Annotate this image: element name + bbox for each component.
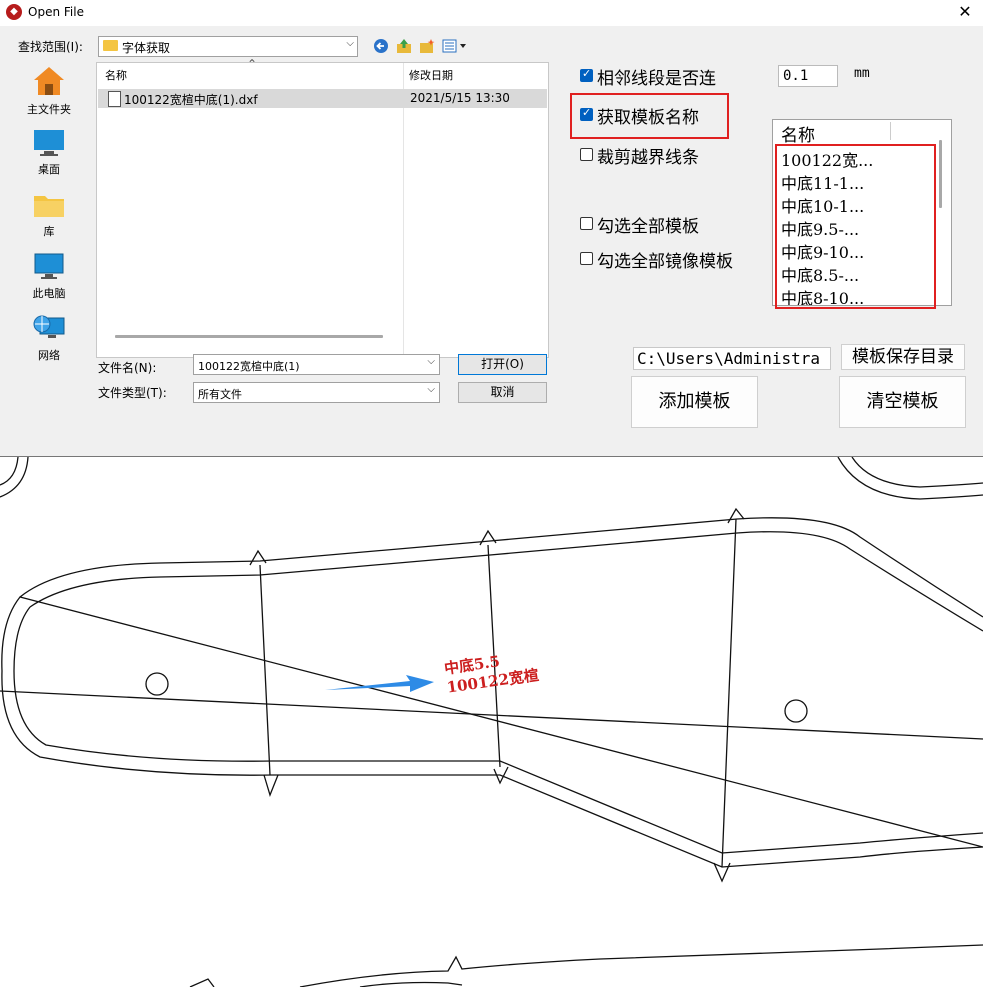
desktop-icon [34, 130, 64, 156]
notch-marks [263, 766, 731, 883]
tolerance-unit: mm [854, 66, 870, 81]
hole-mark [145, 672, 169, 696]
filename-value: 100122宽楦中底(1) [198, 360, 300, 373]
add-template-button[interactable]: 添加模板 [631, 376, 758, 428]
chevron-down-icon: ⌵ [427, 356, 435, 367]
arrow-icon [325, 675, 434, 692]
highlight-box [775, 144, 936, 309]
file-name: 100122宽楦中底(1).dxf [124, 93, 258, 107]
place-label: 网络 [38, 349, 60, 362]
column-header-name: 名称 [781, 126, 815, 146]
look-in-combo[interactable]: 字体获取 ⌵ [98, 36, 358, 57]
checkbox-label: 勾选全部模板 [597, 217, 699, 237]
place-label: 库 [43, 225, 55, 238]
cancel-button[interactable]: 取消 [458, 382, 547, 403]
filename-label: 文件名(N): [98, 361, 157, 375]
column-header-modified[interactable]: 修改日期 [409, 67, 453, 83]
place-library[interactable]: 库 [10, 190, 88, 239]
save-dir-path[interactable]: C:\Users\Administra [633, 347, 831, 370]
view-menu-icon[interactable] [442, 38, 468, 54]
home-icon [34, 67, 64, 95]
horizontal-scrollbar[interactable] [115, 335, 383, 338]
sort-up-icon: ⌃ [247, 57, 258, 71]
filetype-select[interactable]: 所有文件 ⌵ [193, 382, 440, 403]
insole-inner [13, 531, 983, 854]
vertical-scrollbar[interactable] [939, 140, 942, 208]
center-line [0, 690, 983, 740]
chevron-down-icon: ⌵ [346, 38, 354, 49]
checkbox-label: 裁剪越界线条 [597, 148, 699, 168]
filetype-value: 所有文件 [198, 388, 242, 401]
library-folder-icon [34, 196, 64, 217]
close-button[interactable]: ✕ [953, 1, 977, 23]
place-home[interactable]: 主文件夹 [10, 64, 88, 117]
column-header-name[interactable]: 名称 [105, 67, 127, 83]
highlight-box [570, 93, 729, 139]
file-row[interactable]: 100122宽楦中底(1).dxf 2021/5/15 13:30 [98, 89, 547, 108]
partial-outline [189, 944, 983, 987]
partial-outline [837, 457, 983, 500]
save-dir-value: C:\Users\Administra [637, 349, 821, 368]
app-logo-icon: ◆ [6, 4, 22, 20]
file-modified: 2021/5/15 13:30 [410, 91, 510, 105]
place-network[interactable]: 网络 [10, 314, 88, 363]
back-icon[interactable] [373, 38, 389, 54]
checkbox-box [580, 148, 593, 161]
computer-icon [34, 253, 64, 279]
cad-drawing [0, 457, 983, 987]
column-divider [890, 122, 891, 140]
file-icon [108, 91, 121, 107]
place-label: 主文件夹 [27, 103, 71, 116]
network-icon [33, 315, 65, 338]
clear-templates-button[interactable]: 清空模板 [839, 376, 966, 428]
place-desktop[interactable]: 桌面 [10, 128, 88, 177]
chevron-down-icon: ⌵ [427, 384, 435, 395]
checkbox-box [580, 217, 593, 230]
window-title: Open File [28, 5, 84, 19]
title-bar: ◆ Open File ✕ [0, 0, 983, 26]
filename-input[interactable]: 100122宽楦中底(1) ⌵ [193, 354, 440, 375]
checkbox-label: 相邻线段是否连 [597, 69, 716, 89]
hole-mark [784, 699, 808, 723]
folder-icon [103, 40, 118, 51]
up-folder-icon[interactable] [396, 38, 412, 54]
place-label: 此电脑 [32, 287, 66, 300]
place-computer[interactable]: 此电脑 [10, 252, 88, 301]
open-file-dialog: 查找范围(I): 字体获取 ⌵ 主文件夹 桌面 库 此电脑 网络 ⌃ 名称 修改… [0, 26, 983, 456]
cad-canvas[interactable]: 中底5.5 100122宽楦 [0, 456, 983, 987]
tolerance-input[interactable]: 0.1 [778, 65, 838, 87]
cross-lines [259, 518, 737, 868]
template-list-header: 名称 [773, 120, 951, 146]
look-in-label: 查找范围(I): [18, 40, 83, 54]
save-dir-button[interactable]: 模板保存目录 [841, 344, 965, 370]
checkbox-box [580, 252, 593, 265]
file-list[interactable]: ⌃ 名称 修改日期 100122宽楦中底(1).dxf 2021/5/15 13… [96, 57, 549, 358]
partial-outline [0, 457, 29, 498]
open-button[interactable]: 打开(O) [458, 354, 547, 375]
checkbox-label: 勾选全部镜像模板 [597, 252, 733, 272]
new-folder-icon[interactable] [419, 38, 435, 54]
filetype-label: 文件类型(T): [98, 386, 167, 400]
tolerance-value: 0.1 [783, 68, 809, 84]
look-in-value: 字体获取 [122, 41, 171, 55]
place-label: 桌面 [38, 163, 60, 176]
notch-marks [249, 507, 745, 566]
checkbox-box [580, 67, 593, 82]
places-bar: 主文件夹 桌面 库 此电脑 网络 [10, 62, 88, 362]
